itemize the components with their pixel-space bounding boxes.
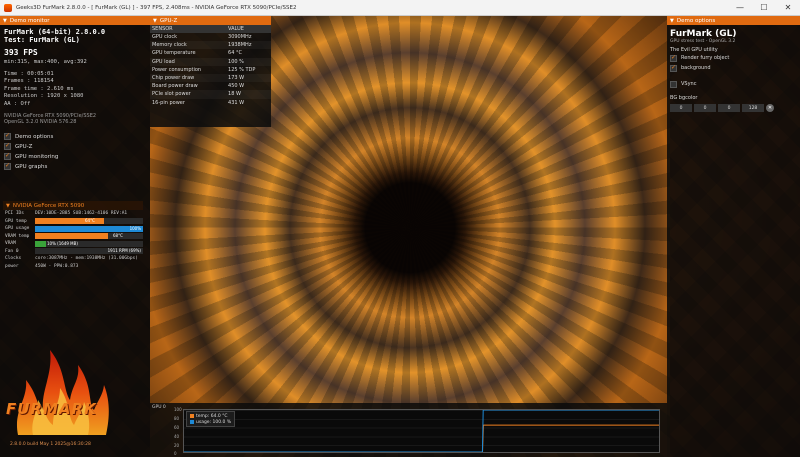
y-tick-label: 80 — [174, 416, 180, 421]
legend-swatch — [190, 420, 194, 424]
option-vsync[interactable]: VSync — [667, 79, 800, 89]
column-header: VALUE — [226, 25, 271, 33]
demo-options-panel: ▼ Demo options FurMark (GL) GPU stress t… — [667, 16, 800, 457]
gpu-usage-row: GPU usage 100% — [5, 225, 143, 232]
option-background[interactable]: background — [667, 63, 800, 73]
app-version: FurMark (64-bit) 2.8.0.0 — [4, 28, 106, 36]
resolution-readout: Resolution : 1920 x 1080 — [4, 93, 84, 100]
window-title: Geeks3D FurMark 2.8.0.0 - [ FurMark (GL)… — [16, 4, 297, 11]
gpu-temp-row: GPU temp 64°C — [3, 218, 143, 226]
checkbox-icon[interactable] — [670, 54, 677, 62]
checkbox-icon[interactable] — [670, 64, 677, 72]
app-icon — [4, 3, 12, 12]
demo-title: FurMark (GL) — [670, 29, 737, 39]
vram-temp-row: VRAM temp 68°C — [3, 233, 143, 241]
legend-item-temp: temp: 64.0 °C — [190, 413, 231, 419]
collapse-arrow-icon[interactable]: ▼ — [6, 203, 10, 209]
minimize-button[interactable]: — — [728, 0, 752, 16]
vram-temp-bar — [35, 233, 109, 240]
graph-lines — [184, 410, 659, 452]
gpu-monitor-header[interactable]: ▼ NVIDIA GeForce RTX 5090 — [3, 201, 143, 210]
y-tick-label: 40 — [174, 434, 180, 439]
option-gpu-monitoring[interactable]: GPU monitoring — [0, 152, 150, 162]
demo-options-header[interactable]: ▼ Demo options — [667, 16, 800, 25]
bg-color-label: BG bgcolor — [670, 95, 698, 101]
window-titlebar: Geeks3D FurMark 2.8.0.0 - [ FurMark (GL)… — [0, 0, 800, 16]
fps-stats: min:315, max:400, avg:392 — [4, 59, 87, 65]
table-row: 16-pin power 431 W — [152, 99, 245, 106]
table-row: Power consumption 125 % TDP — [152, 66, 256, 73]
table-row: Board power draw 450 W — [152, 83, 245, 90]
series-line-1 — [184, 410, 659, 452]
vram-bar — [35, 240, 46, 247]
collapse-arrow-icon[interactable]: ▼ — [3, 18, 7, 24]
checkbox-icon[interactable] — [4, 162, 11, 171]
legend-swatch — [190, 414, 194, 418]
fan-row: Fan 0 1911 RPM (69%) — [5, 248, 143, 255]
column-header: SENSOR — [150, 25, 227, 33]
bg-color-r[interactable]: 0 — [670, 104, 692, 112]
gpuz-header[interactable]: ▼ GPU-Z — [150, 16, 271, 25]
graph-plot-area — [183, 409, 660, 453]
fps-counter: 393 FPS — [4, 48, 38, 57]
maximize-button[interactable]: ☐ — [752, 0, 776, 16]
graph-legend: temp: 64.0 °C usage: 100.0 % — [186, 411, 236, 427]
y-tick-label: 0 — [174, 451, 177, 456]
time-readout: Time : 00:05:01 — [4, 70, 54, 77]
build-info: 2.8.0.0 build May 1 2025@16:30:28 — [10, 442, 91, 447]
checkbox-icon[interactable] — [4, 132, 11, 141]
color-picker-icon[interactable]: ✕ — [766, 104, 774, 112]
table-row: GPU temperature 64 °C — [152, 50, 242, 57]
frames-readout: Frames : 118154 — [4, 78, 54, 85]
gpu-name: NVIDIA GeForce RTX 5090 — [12, 202, 85, 209]
bg-color-editor: 0 0 0 128 ✕ — [667, 104, 800, 112]
furmark-logo-text: FURMARK — [6, 400, 97, 418]
gpu-usage-bar — [35, 225, 143, 232]
table-row: GPU clock 3090MHz — [152, 34, 252, 41]
option-gpu-graphs[interactable]: GPU graphs — [0, 162, 150, 172]
table-row: GPU load 100 % — [150, 57, 271, 66]
power-row: power 450W - PPW:0.873 — [5, 263, 79, 269]
gpu-monitor-section: ▼ NVIDIA GeForce RTX 5090 PCI IDs DEV:10… — [3, 201, 143, 270]
aa-readout: AA : Off — [4, 100, 31, 107]
collapse-arrow-icon[interactable]: ▼ — [670, 18, 674, 24]
option-gpu-z[interactable]: GPU-Z — [0, 142, 150, 152]
opengl-version: OpenGL 3.2.0 NVIDIA 576.28 — [4, 119, 77, 126]
bg-color-g[interactable]: 0 — [694, 104, 716, 112]
vram-row: VRAM 10% (1649 MB) — [3, 240, 143, 248]
graph-title: GPU 0 — [152, 405, 166, 410]
series-line-0 — [184, 424, 659, 452]
table-row: PCIe slot power 18 W — [150, 90, 271, 99]
gpuz-sensor-table: SENSOR VALUE GPU clock 3090MHz Memory clo… — [150, 25, 271, 107]
demo-subtitle: GPU stress test - OpenGL 3.2 — [670, 39, 736, 44]
frame-time-readout: Frame time : 2.610 ms — [4, 85, 74, 92]
legend-item-usage: usage: 100.0 % — [190, 419, 231, 425]
collapse-arrow-icon[interactable]: ▼ — [153, 18, 157, 24]
gpu-graph-panel: GPU 0 100 80 60 40 20 0 temp: 64.0 °C us… — [150, 403, 667, 457]
option-demo-options[interactable]: Demo options — [0, 132, 150, 142]
test-name: Test: FurMark (GL) — [4, 36, 80, 44]
checkbox-icon[interactable] — [4, 152, 11, 161]
pci-ids-row: PCI IDs DEV:10DE-2B85 SUB:1462-4106 REV:… — [5, 211, 128, 217]
clocks-row: Clocks core:3087MHz - mem:1938MHz (31.00… — [5, 256, 138, 262]
option-render-furry-object[interactable]: Render furry object — [667, 53, 800, 63]
bg-color-b[interactable]: 0 — [718, 104, 740, 112]
table-row: Chip power draw 173 W — [150, 73, 271, 83]
checkbox-icon[interactable] — [4, 142, 11, 151]
demo-monitor-title: Demo monitor — [9, 17, 50, 24]
bg-color-a[interactable]: 128 — [742, 104, 764, 112]
demo-monitor-header[interactable]: ▼ Demo monitor — [0, 16, 150, 25]
y-tick-label: 100 — [174, 407, 182, 412]
checkbox-icon[interactable] — [670, 80, 677, 88]
y-tick-label: 20 — [174, 443, 180, 448]
y-tick-label: 60 — [174, 425, 180, 430]
gpuz-panel: ▼ GPU-Z SENSOR VALUE GPU clock 3090MHz Me… — [150, 16, 271, 127]
furmark-flame-logo — [16, 350, 109, 435]
close-button[interactable]: ✕ — [776, 0, 800, 16]
table-row: Memory clock 1938MHz — [150, 41, 271, 50]
